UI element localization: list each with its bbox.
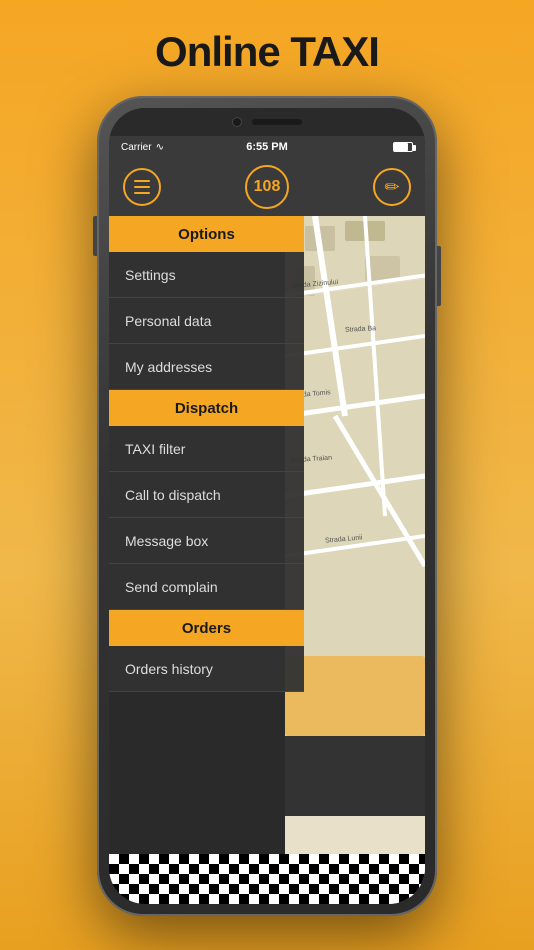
app-header: 108 ✏	[109, 158, 425, 216]
menu-item-personal-data[interactable]: Personal data	[109, 298, 304, 344]
battery-icon	[393, 142, 413, 152]
menu-content: Strada Zizinului Strada Ba Strada Tomis …	[109, 216, 425, 904]
menu-button[interactable]	[123, 168, 161, 206]
section-label-dispatch: Dispatch	[175, 400, 238, 417]
battery-fill	[394, 143, 408, 151]
menu-item-settings-label: Settings	[125, 267, 176, 283]
phone-frame: Carrier ∿ 6:55 PM 108	[97, 96, 437, 916]
menu-item-my-addresses[interactable]: My addresses	[109, 344, 304, 390]
status-left: Carrier ∿	[121, 142, 164, 153]
map-svg	[285, 216, 425, 816]
menu-item-call-dispatch[interactable]: Call to dispatch	[109, 472, 304, 518]
menu-item-message-box[interactable]: Message box	[109, 518, 304, 564]
section-label-orders: Orders	[182, 620, 231, 637]
section-label-options: Options	[178, 226, 235, 243]
menu-list: Options Settings Personal data My addres…	[109, 216, 304, 904]
map-background: Strada Zizinului Strada Ba Strada Tomis …	[285, 216, 425, 904]
menu-item-personal-data-label: Personal data	[125, 313, 211, 329]
carrier-label: Carrier	[121, 142, 152, 153]
front-camera	[232, 117, 242, 127]
badge-button[interactable]: 108	[245, 165, 289, 209]
menu-item-orders-history[interactable]: Orders history	[109, 646, 304, 692]
menu-item-my-addresses-label: My addresses	[125, 359, 212, 375]
status-right	[393, 142, 413, 152]
menu-item-orders-history-label: Orders history	[125, 661, 213, 677]
menu-item-call-dispatch-label: Call to dispatch	[125, 487, 221, 503]
pencil-icon: ✏	[384, 177, 399, 198]
menu-item-settings[interactable]: Settings	[109, 252, 304, 298]
status-bar: Carrier ∿ 6:55 PM	[109, 136, 425, 158]
checkered-pattern	[109, 854, 425, 904]
section-header-dispatch: Dispatch	[109, 390, 304, 426]
wifi-icon: ∿	[156, 142, 164, 153]
menu-item-send-complain-label: Send complain	[125, 579, 218, 595]
badge-number: 108	[254, 178, 281, 196]
menu-item-message-box-label: Message box	[125, 533, 208, 549]
menu-item-taxi-filter[interactable]: TAXI filter	[109, 426, 304, 472]
phone-screen: Carrier ∿ 6:55 PM 108	[109, 108, 425, 904]
menu-item-send-complain[interactable]: Send complain	[109, 564, 304, 610]
hamburger-icon	[134, 180, 150, 194]
edit-button[interactable]: ✏	[373, 168, 411, 206]
section-header-orders: Orders	[109, 610, 304, 646]
speaker	[252, 119, 302, 125]
menu-item-taxi-filter-label: TAXI filter	[125, 441, 185, 457]
page-title: Online TAXI	[155, 28, 379, 76]
phone-top-bar	[109, 108, 425, 136]
section-header-options: Options	[109, 216, 304, 252]
status-time: 6:55 PM	[246, 141, 288, 153]
